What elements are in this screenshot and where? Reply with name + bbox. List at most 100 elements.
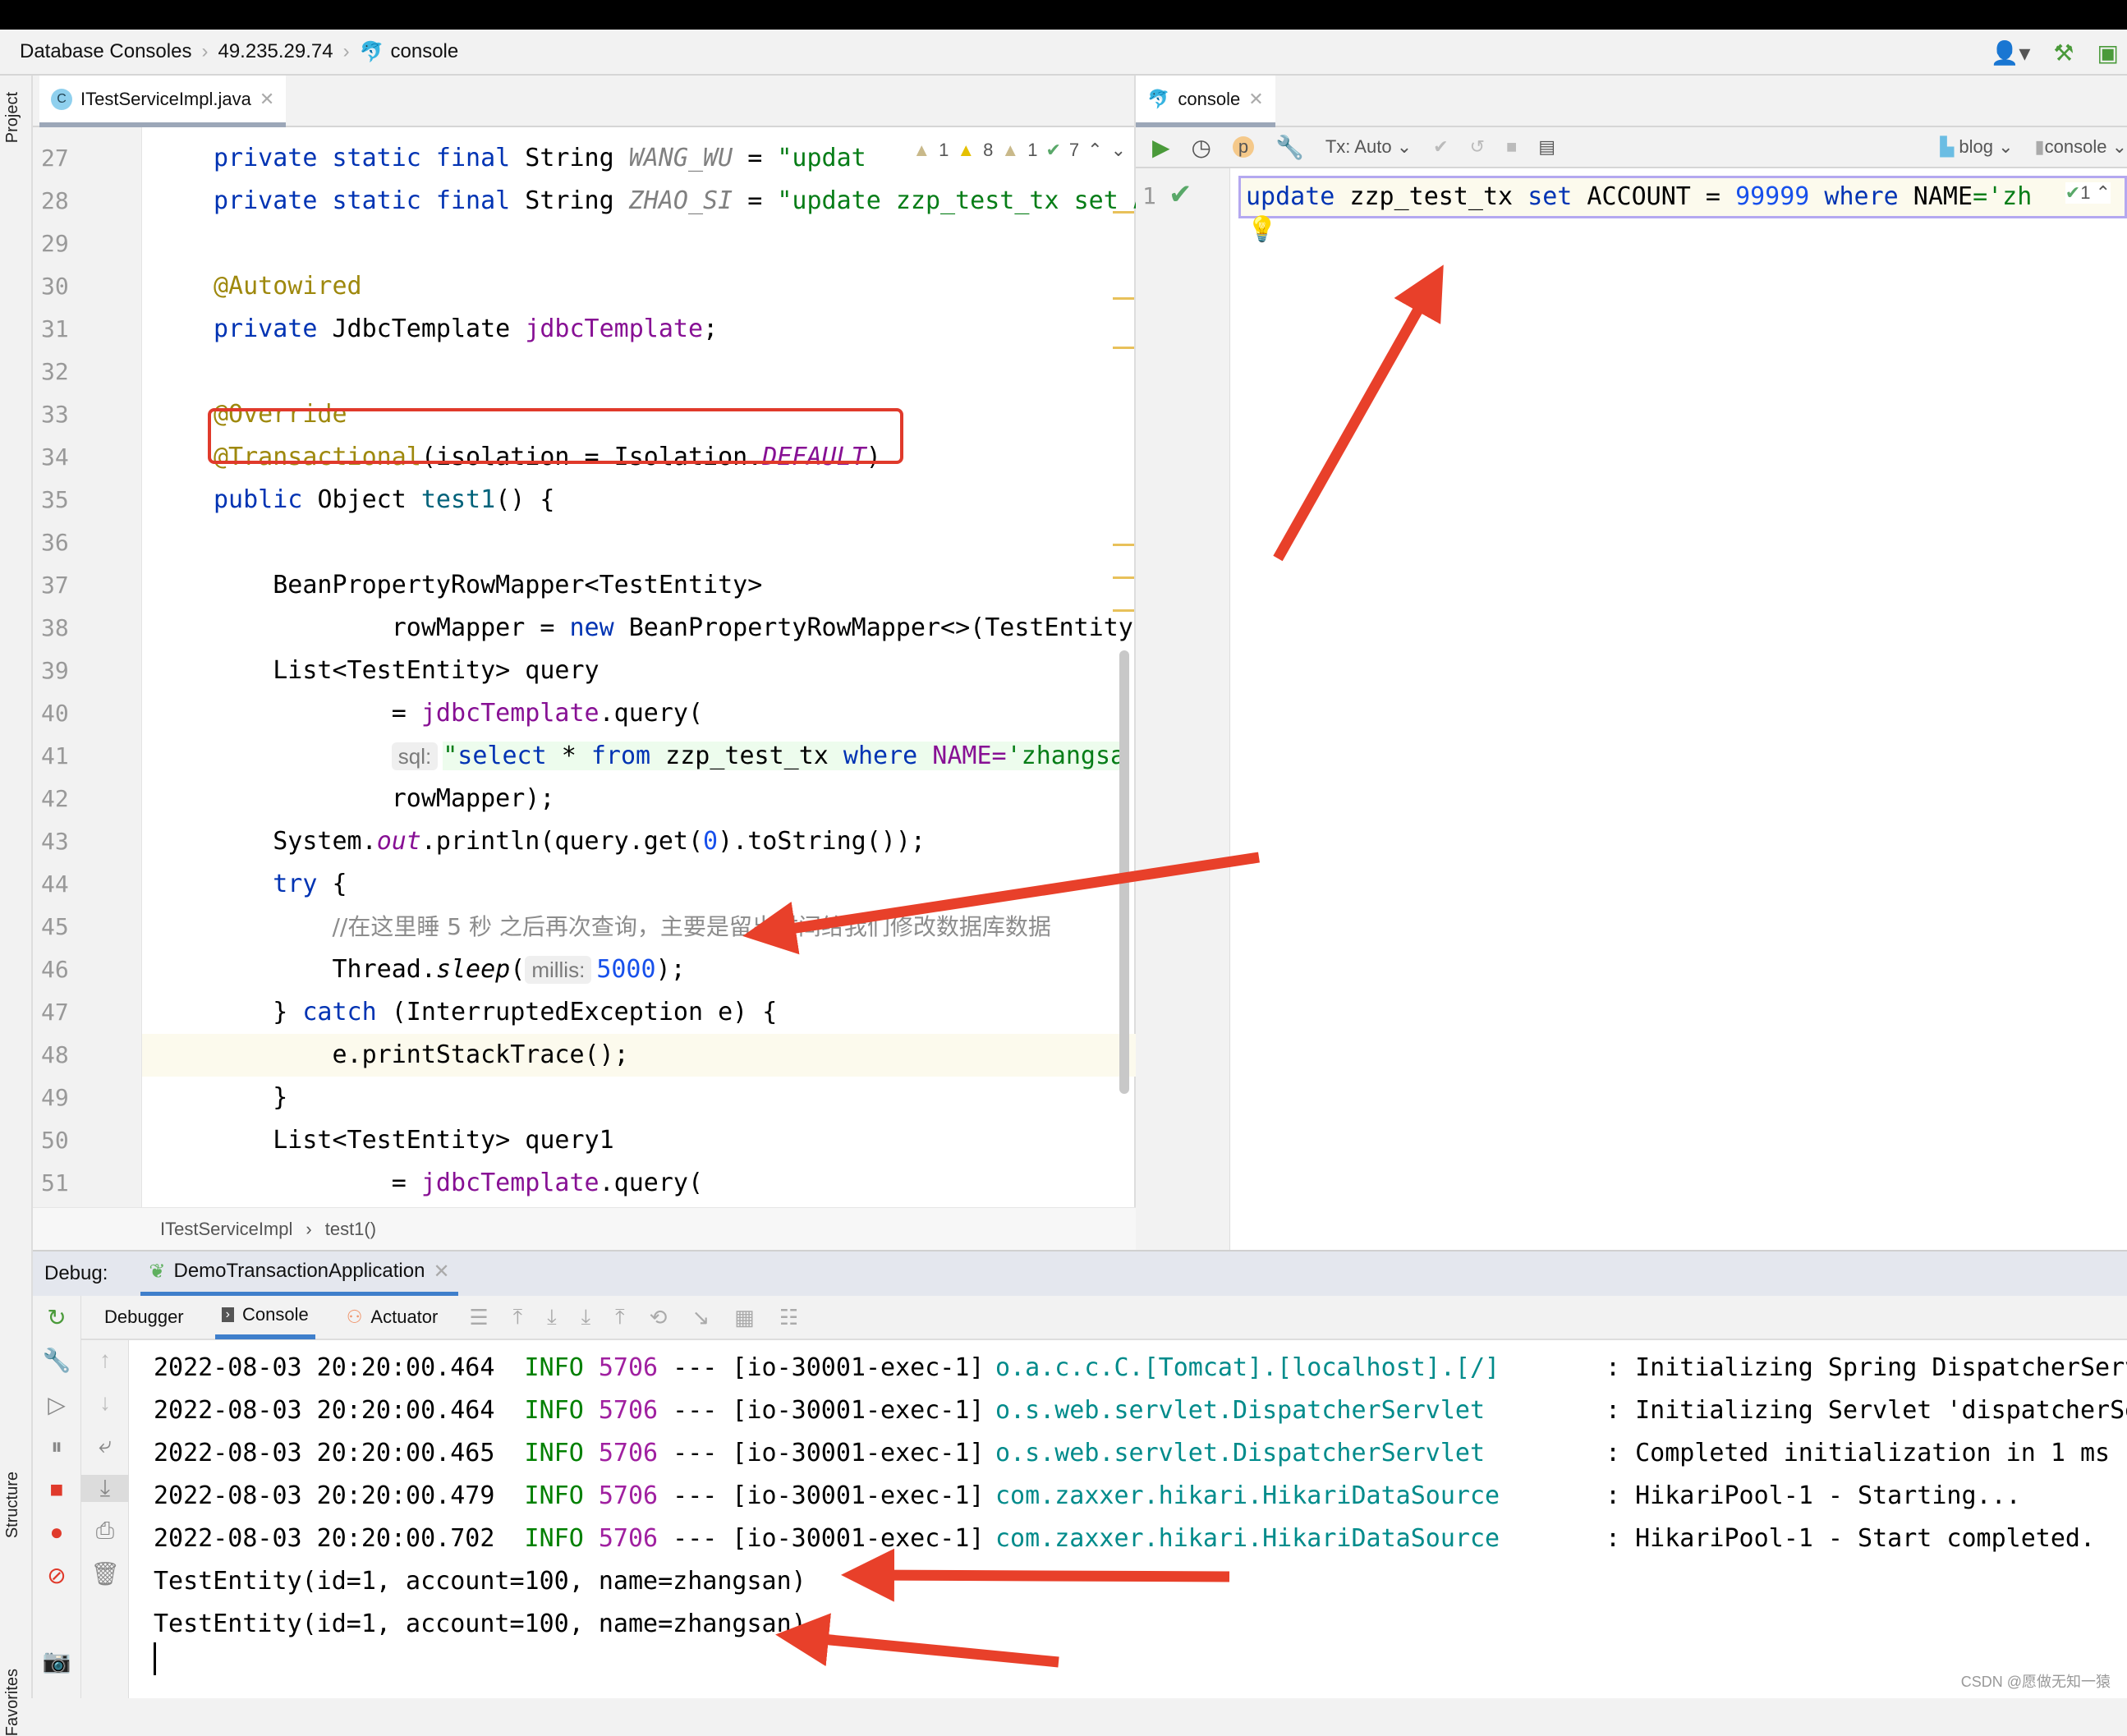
commit-check-icon[interactable]: ✔ xyxy=(1433,136,1448,158)
stdout-line: TestEntity(id=1, account=100, name=zhang… xyxy=(154,1560,2127,1603)
code-token: millis: xyxy=(525,956,591,984)
close-icon[interactable]: ✕ xyxy=(260,89,274,110)
run-to-cursor-icon[interactable]: ↘ xyxy=(691,1305,710,1330)
code-token: System. xyxy=(214,827,377,856)
inspection-widget[interactable]: ✔1 ⌃ xyxy=(2065,182,2111,204)
evaluate-icon[interactable]: ▦ xyxy=(734,1305,755,1330)
trace-icon[interactable]: ☷ xyxy=(779,1305,798,1330)
code-token: sql: xyxy=(392,742,438,770)
history-clock-icon[interactable]: ◷ xyxy=(1192,134,1211,161)
sql-token: zzp_test_tx xyxy=(1335,182,1527,211)
camera-icon[interactable]: 📷 xyxy=(33,1647,80,1674)
print-icon[interactable]: ⎙ xyxy=(81,1518,129,1545)
log-timestamp: 2022-08-03 20:20:00.465 xyxy=(154,1439,525,1467)
code-line: private static final String ZHAO_SI = "u… xyxy=(214,180,1136,223)
soft-wrap-icon[interactable]: ⤶ xyxy=(81,1432,129,1459)
build-hammer-icon[interactable]: ⚒ xyxy=(2053,39,2074,67)
sql-query-line[interactable]: update zzp_test_tx set ACCOUNT = 99999 w… xyxy=(1238,176,2127,218)
line-number: 30 xyxy=(41,265,90,308)
rollback-icon[interactable]: ↺ xyxy=(1470,136,1485,158)
drop-frame-icon[interactable]: ⟲ xyxy=(650,1305,668,1330)
tab-itestserviceimpl[interactable]: C ITestServiceImpl.java ✕ xyxy=(39,76,286,127)
breadcrumb-host[interactable]: 49.235.29.74 xyxy=(218,40,333,63)
code-token: try xyxy=(273,870,332,898)
tab-console[interactable]: 🐬 console ✕ xyxy=(1136,76,1275,127)
session-dropdown[interactable]: ▮console ⌄ xyxy=(2035,136,2127,158)
debug-session-tab[interactable]: ❦ DemoTransactionApplication ✕ xyxy=(140,1251,457,1297)
trash-icon[interactable]: 🗑 xyxy=(81,1560,129,1587)
breadcrumb: Database Consoles› 49.235.29.74› 🐬consol… xyxy=(0,30,2127,76)
chevron-down-icon[interactable]: ⌄ xyxy=(1111,140,1126,161)
line-number: 46 xyxy=(41,948,90,991)
tab-debugger[interactable]: Debugger xyxy=(98,1295,191,1339)
settings-wrench-icon[interactable]: 🔧 xyxy=(1275,134,1304,161)
show-execution-point-icon[interactable]: ⤒ xyxy=(513,1304,523,1330)
line-number: 47 xyxy=(41,991,90,1034)
code-line: rowMapper = new BeanPropertyRowMapper<>(… xyxy=(214,607,1136,650)
sql-token: set xyxy=(1527,182,1572,211)
tab-console[interactable]: ›Console xyxy=(215,1295,315,1339)
step-over-icon[interactable]: ⤓ xyxy=(547,1304,557,1330)
log-line: 2022-08-03 20:20:00.464 INFO 5706 --- [i… xyxy=(154,1347,2127,1389)
log-thread: --- [io-30001-exec-1] xyxy=(658,1439,984,1467)
breadcrumb-console[interactable]: console xyxy=(391,40,459,63)
code-token: "updat xyxy=(777,144,866,172)
close-icon[interactable]: ✕ xyxy=(433,1260,449,1284)
structure-tool-button[interactable]: Structure xyxy=(3,1472,22,1538)
parameters-icon[interactable]: p xyxy=(1233,136,1254,158)
code-token: NAME= xyxy=(917,742,1006,770)
code-token: jdbcTemplate xyxy=(421,1169,600,1197)
pause-icon[interactable]: ⏸ xyxy=(33,1434,80,1461)
log-pid: 5706 xyxy=(584,1524,658,1553)
breadcrumb-database-consoles[interactable]: Database Consoles xyxy=(20,40,191,63)
mute-breakpoints-icon[interactable]: ⊘ xyxy=(33,1562,80,1589)
menu-icon[interactable]: ☰ xyxy=(469,1305,488,1330)
chevron-up-icon[interactable]: ⌃ xyxy=(1087,140,1102,161)
code-token: 5000 xyxy=(596,955,655,984)
tab-label: Actuator xyxy=(370,1307,438,1328)
console-side-toolbar: ↑ ↓ ⤶ ⤓ ⎙ 🗑 xyxy=(81,1340,129,1698)
code-area[interactable]: 27private static final String WANG_WU = … xyxy=(33,127,1136,1287)
project-tool-button[interactable]: Project xyxy=(3,92,22,143)
view-breakpoints-icon[interactable]: ● xyxy=(33,1519,80,1545)
schema-label: blog xyxy=(1959,136,1993,157)
log-timestamp: 2022-08-03 20:20:00.464 xyxy=(154,1396,525,1425)
weak-warning-count: 1 xyxy=(1027,140,1037,161)
scroll-to-end-icon[interactable]: ⤓ xyxy=(81,1475,129,1502)
code-token: catch xyxy=(302,998,391,1026)
code-editor: C ITestServiceImpl.java ✕ 27private stat… xyxy=(33,76,1136,1250)
chevron-right-icon: › xyxy=(305,1219,311,1240)
schema-dropdown[interactable]: ▙ blog ⌄ xyxy=(1940,136,2013,158)
tx-mode-dropdown[interactable]: Tx: Auto ⌄ xyxy=(1325,136,1412,158)
stop-icon[interactable]: ■ xyxy=(1506,136,1517,158)
favorites-tool-button[interactable]: Favorites xyxy=(3,1669,22,1736)
code-line: = jdbcTemplate.query( xyxy=(214,692,703,735)
log-line: 2022-08-03 20:20:00.479 INFO 5706 --- [i… xyxy=(154,1475,2127,1518)
line-number: 34 xyxy=(41,436,90,479)
settings-wrench-icon[interactable]: 🔧 xyxy=(33,1347,80,1374)
stop-icon[interactable]: ■ xyxy=(33,1477,80,1503)
crumb-method[interactable]: test1() xyxy=(325,1219,376,1240)
editor-scrollbar[interactable] xyxy=(1119,650,1129,1094)
inspection-widget[interactable]: ▲1 ▲8 ▲1 ✔7 ⌃⌄ xyxy=(907,140,1131,161)
execute-icon[interactable]: ▶ xyxy=(1152,134,1170,161)
code-token: @Autowired xyxy=(214,272,362,301)
rerun-icon[interactable]: ↻ xyxy=(33,1304,80,1331)
step-out-icon[interactable]: ⤒ xyxy=(615,1304,625,1330)
step-into-icon[interactable]: ⤓ xyxy=(581,1304,591,1330)
arrow-down-icon[interactable]: ↓ xyxy=(81,1389,129,1416)
tab-actuator[interactable]: ⚇Actuator xyxy=(340,1295,445,1339)
log-pid: 5706 xyxy=(584,1396,658,1425)
resume-icon[interactable]: ▷ xyxy=(33,1391,80,1418)
intention-bulb-icon[interactable]: 💡 xyxy=(1247,215,1277,244)
run-app-icon[interactable]: ▣ xyxy=(2097,39,2119,67)
log-level: INFO xyxy=(525,1439,584,1467)
crumb-class[interactable]: ITestServiceImpl xyxy=(160,1219,292,1240)
user-icon[interactable]: 👤▾ xyxy=(1991,39,2031,67)
code-token: } xyxy=(214,1083,287,1112)
arrow-up-icon[interactable]: ↑ xyxy=(81,1347,129,1373)
output-table-icon[interactable]: ▤ xyxy=(1538,136,1555,158)
code-token: select xyxy=(457,742,546,770)
tab-label: Console xyxy=(242,1304,309,1325)
close-icon[interactable]: ✕ xyxy=(1248,89,1263,110)
